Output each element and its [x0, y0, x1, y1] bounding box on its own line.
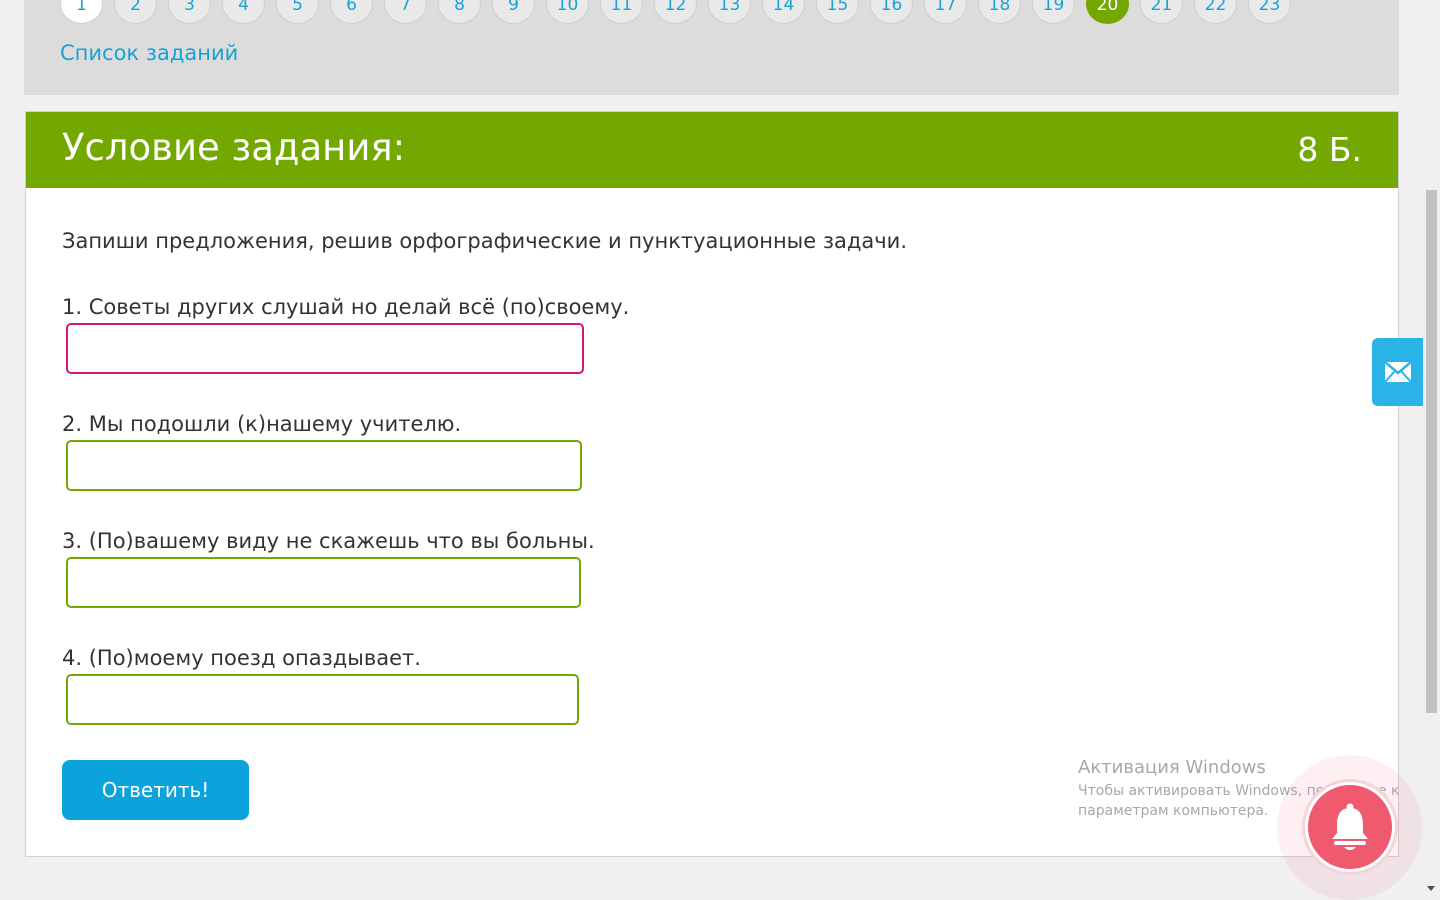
page-link-5[interactable]: 5 [276, 0, 319, 24]
page-link-15[interactable]: 15 [816, 0, 859, 24]
page-link-20[interactable]: 20 [1086, 0, 1129, 24]
page-link-6[interactable]: 6 [330, 0, 373, 24]
question-2-text: 2. Мы подошли (к)нашему учителю. [62, 412, 462, 436]
page-link-18[interactable]: 18 [978, 0, 1021, 24]
page-link-14[interactable]: 14 [762, 0, 805, 24]
page-link-12[interactable]: 12 [654, 0, 697, 24]
submit-answer-button[interactable]: Ответить! [62, 760, 249, 820]
page-link-7[interactable]: 7 [384, 0, 427, 24]
page-link-11[interactable]: 11 [600, 0, 643, 24]
page-link-3[interactable]: 3 [168, 0, 211, 24]
scrollbar-thumb[interactable] [1426, 190, 1437, 713]
page-scrollbar[interactable] [1423, 0, 1440, 900]
task-instruction: Запиши предложения, решив орфографически… [62, 229, 908, 253]
answer-4-input[interactable] [66, 674, 579, 725]
page-link-17[interactable]: 17 [924, 0, 967, 24]
task-header: Условие задания: 8 Б. [26, 112, 1398, 188]
page-link-10[interactable]: 10 [546, 0, 589, 24]
scroll-down-arrow-icon[interactable] [1427, 886, 1435, 891]
page-link-9[interactable]: 9 [492, 0, 535, 24]
page-link-4[interactable]: 4 [222, 0, 265, 24]
page-link-21[interactable]: 21 [1140, 0, 1183, 24]
task-points: 8 Б. [1297, 130, 1362, 169]
question-3-text: 3. (По)вашему виду не скажешь что вы бол… [62, 529, 595, 553]
task-navigation-panel: 1 2 3 4 5 6 7 8 9 10 11 12 13 14 15 16 17 18 19 20 21 22 23 Сп… [24, 0, 1399, 95]
mail-icon [1384, 361, 1412, 383]
task-title: Условие задания: [62, 126, 406, 169]
page-link-13[interactable]: 13 [708, 0, 751, 24]
feedback-mail-button[interactable] [1372, 338, 1424, 406]
page-link-1[interactable]: 1 [60, 0, 103, 24]
notification-bell-button[interactable] [1305, 782, 1395, 872]
question-4-text: 4. (По)моему поезд опаздывает. [62, 646, 421, 670]
answer-2-input[interactable] [66, 440, 582, 491]
bell-icon [1332, 803, 1368, 850]
page-link-2[interactable]: 2 [114, 0, 157, 24]
question-1-text: 1. Советы других слушай но делай всё (по… [62, 295, 630, 319]
task-list-link[interactable]: Список заданий [60, 41, 238, 65]
task-card: Условие задания: 8 Б. Запиши предложения… [25, 111, 1399, 857]
page-link-22[interactable]: 22 [1194, 0, 1237, 24]
page-link-8[interactable]: 8 [438, 0, 481, 24]
page-link-23[interactable]: 23 [1248, 0, 1291, 24]
page-link-19[interactable]: 19 [1032, 0, 1075, 24]
answer-1-input[interactable] [66, 323, 584, 374]
answer-3-input[interactable] [66, 557, 581, 608]
page-link-16[interactable]: 16 [870, 0, 913, 24]
